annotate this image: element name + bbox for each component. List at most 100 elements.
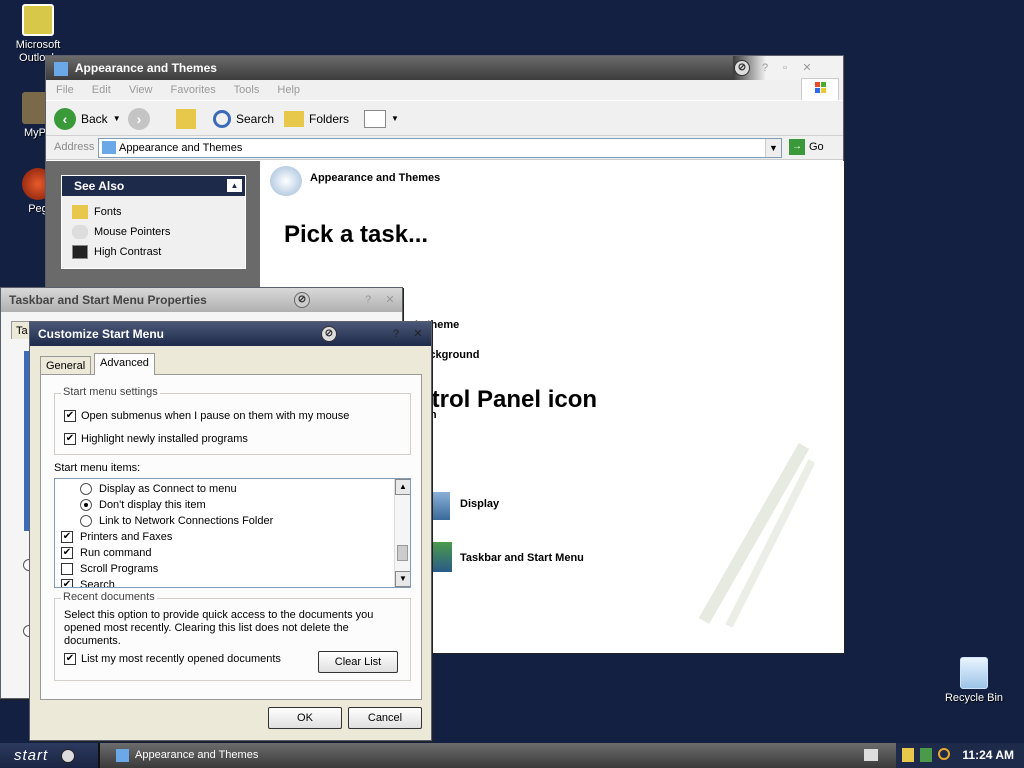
list-item[interactable]: Scroll Programs <box>55 561 410 577</box>
chevron-down-icon: ▼ <box>391 114 399 123</box>
toolbar: ‹ Back ▼ › Search Folders ▼ <box>46 100 843 136</box>
ok-button[interactable]: OK <box>268 707 342 729</box>
go-button[interactable]: → Go <box>789 139 824 155</box>
desktop-icon-recycle-bin[interactable]: Recycle Bin <box>936 657 1012 705</box>
list-item-label: Run command <box>80 547 152 559</box>
address-label: Address <box>54 141 95 153</box>
maximize-button[interactable]: ▫ <box>778 61 792 75</box>
keyboard-icon[interactable] <box>864 749 878 761</box>
address-dropdown-button[interactable]: ▼ <box>765 139 781 157</box>
network-icon[interactable] <box>920 748 932 762</box>
roll-up-icon[interactable]: ⊘ <box>294 292 310 308</box>
menu-favorites[interactable]: Favorites <box>171 84 216 96</box>
scroll-thumb[interactable] <box>397 545 408 561</box>
highlight-programs-checkbox[interactable]: ✔ Highlight newly installed programs <box>64 428 248 450</box>
taskbar: start Appearance and Themes 11:24 AM <box>0 743 1024 768</box>
customize-titlebar[interactable]: Customize Start Menu ⊘ ? ✕ <box>30 322 431 346</box>
start-button[interactable]: start <box>0 743 100 768</box>
search-button[interactable]: Search <box>213 107 274 131</box>
group-label: Start menu settings <box>61 386 160 398</box>
radio-option <box>80 515 92 527</box>
go-label: Go <box>809 141 824 153</box>
roll-up-icon[interactable]: ⊘ <box>321 326 337 342</box>
menu-tools[interactable]: Tools <box>234 84 260 96</box>
list-item-label: Display as Connect to menu <box>99 483 237 495</box>
window-title: Taskbar and Start Menu Properties <box>9 293 207 307</box>
checkbox-label: Open submenus when I pause on them with … <box>81 410 350 422</box>
list-item[interactable]: ✔ Run command <box>55 545 410 561</box>
checkbox-box <box>61 563 73 575</box>
cpl-taskbar-start-menu[interactable]: Taskbar and Start Menu <box>420 542 584 572</box>
collapse-icon[interactable]: ▲ <box>227 179 242 192</box>
tab-general[interactable]: General <box>40 356 92 375</box>
views-icon <box>364 110 386 128</box>
close-button[interactable]: ✕ <box>411 327 425 341</box>
see-also-fonts[interactable]: Fonts <box>72 202 235 222</box>
help-button[interactable]: ? <box>389 327 403 341</box>
list-item[interactable]: Link to Network Connections Folder <box>55 513 410 529</box>
up-folder-button[interactable] <box>176 107 196 131</box>
back-button[interactable]: ‹ Back ▼ <box>54 107 121 131</box>
checkbox-label: List my most recently opened documents <box>81 653 281 665</box>
list-item[interactable]: ✔ Search <box>55 577 410 587</box>
list-item[interactable]: ✔ Printers and Faxes <box>55 529 410 545</box>
roll-up-icon[interactable]: ⊘ <box>734 60 750 76</box>
see-also-high-contrast[interactable]: High Contrast <box>72 242 235 262</box>
see-also-header[interactable]: See Also ▲ <box>62 176 245 196</box>
search-icon[interactable] <box>938 748 950 760</box>
list-recent-checkbox[interactable]: ✔ List my most recently opened documents <box>64 648 281 670</box>
views-button[interactable]: ▼ <box>364 107 399 131</box>
folders-button[interactable]: Folders <box>284 107 349 131</box>
help-button[interactable]: ? <box>361 293 375 307</box>
watermark-brush-icon <box>698 443 814 628</box>
recent-description: Select this option to provide quick acce… <box>64 609 374 647</box>
help-button[interactable]: ? <box>758 61 772 75</box>
close-button[interactable]: ✕ <box>800 61 814 75</box>
cancel-button[interactable]: Cancel <box>348 707 422 729</box>
start-menu-items-list[interactable]: Display as Connect to menu Don't display… <box>54 478 411 588</box>
group-label: Recent documents <box>61 591 157 603</box>
close-button[interactable]: ✕ <box>383 293 397 307</box>
list-scrollbar[interactable]: ▲ ▼ <box>394 479 410 587</box>
scroll-down-button[interactable]: ▼ <box>395 571 410 587</box>
address-input[interactable]: Appearance and Themes ▼ <box>98 138 782 158</box>
address-bar: Address Appearance and Themes ▼ → Go <box>46 136 843 160</box>
list-item[interactable]: Display as Connect to menu <box>55 481 410 497</box>
see-also-mouse-pointers[interactable]: Mouse Pointers <box>72 222 235 242</box>
list-item-label: Don't display this item <box>99 499 206 511</box>
start-menu-settings-group: Start menu settings ✔ Open submenus when… <box>54 386 411 455</box>
recent-documents-group: Recent documents Select this option to p… <box>54 591 411 681</box>
menu-file[interactable]: File <box>56 84 74 96</box>
checkbox-box: ✔ <box>64 653 76 665</box>
pick-icon-heading: ntrol Panel icon <box>417 386 598 413</box>
system-tray: 11:24 AM <box>896 743 1024 768</box>
start-orb-icon <box>61 749 76 764</box>
see-also-label: Fonts <box>94 206 122 218</box>
high-contrast-icon <box>72 245 88 259</box>
see-also-box: See Also ▲ Fonts Mouse Pointers High Con… <box>61 175 246 269</box>
list-item[interactable]: Don't display this item <box>55 497 410 513</box>
see-also-label: High Contrast <box>94 246 162 258</box>
security-shield-icon[interactable] <box>902 748 914 762</box>
tab-advanced[interactable]: Advanced <box>94 353 155 375</box>
scroll-up-button[interactable]: ▲ <box>395 479 410 495</box>
folders-label: Folders <box>309 112 350 126</box>
cpl-display[interactable]: Display <box>420 492 499 520</box>
menu-bar: File Edit View Favorites Tools Help <box>46 78 843 102</box>
taskbar-properties-titlebar[interactable]: Taskbar and Start Menu Properties ⊘ ? ✕ <box>1 288 402 312</box>
forward-button[interactable]: › <box>128 107 150 131</box>
window-icon <box>116 749 129 762</box>
open-submenus-checkbox[interactable]: ✔ Open submenus when I pause on them wit… <box>64 405 349 427</box>
menu-edit[interactable]: Edit <box>92 84 111 96</box>
window-icon <box>54 61 68 76</box>
up-folder-icon <box>176 109 196 129</box>
chevron-down-icon[interactable]: ▼ <box>113 107 121 131</box>
explorer-titlebar[interactable]: Appearance and Themes ⊘ ? ▫ ✕ <box>46 56 843 80</box>
back-label: Back <box>81 112 108 126</box>
menu-help[interactable]: Help <box>277 84 300 96</box>
menu-view[interactable]: View <box>129 84 153 96</box>
taskbar-item-appearance-themes[interactable]: Appearance and Themes <box>110 745 270 766</box>
address-value: Appearance and Themes <box>119 142 243 154</box>
clear-list-button[interactable]: Clear List <box>318 651 398 673</box>
cpl-label: Taskbar and Start Menu <box>460 552 584 564</box>
